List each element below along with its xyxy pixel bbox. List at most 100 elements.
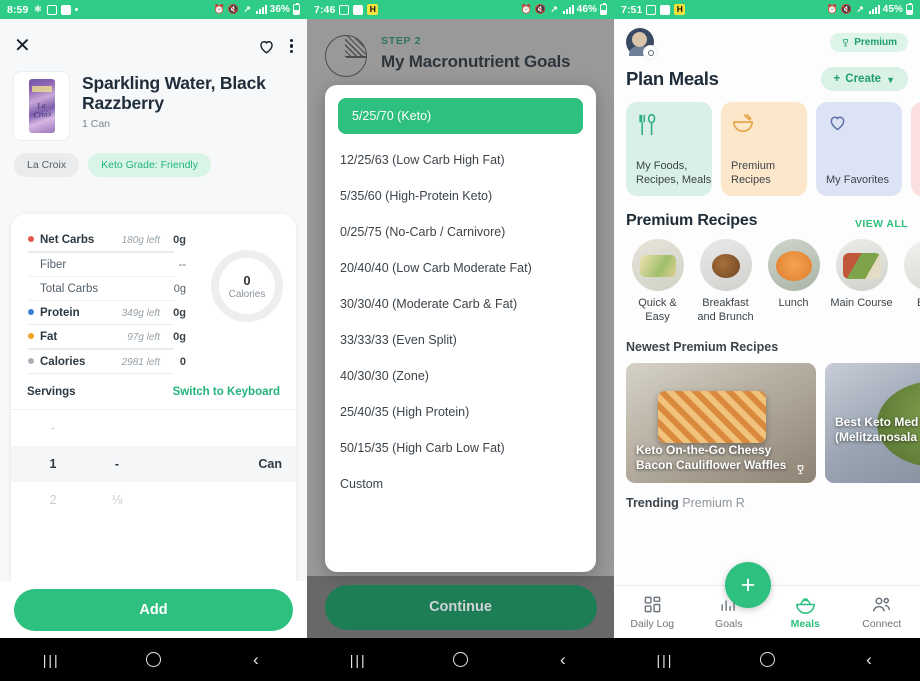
page-title: Plan Meals bbox=[626, 68, 719, 89]
close-icon[interactable]: ✕ bbox=[14, 36, 31, 56]
option-high-carb-low-fat[interactable]: 50/15/35 (High Carb Low Fat) bbox=[340, 430, 581, 466]
option-keto[interactable]: 5/25/70 (Keto) bbox=[338, 98, 583, 134]
more-vertical-icon[interactable] bbox=[289, 38, 293, 54]
mute-icon: 🔇 bbox=[840, 4, 852, 14]
keto-grade-chip[interactable]: Keto Grade: Friendly bbox=[88, 153, 211, 177]
dashboard-icon bbox=[644, 596, 661, 613]
video-icon bbox=[61, 4, 72, 15]
category-thumbnail bbox=[835, 239, 888, 291]
recipe-card-waffles[interactable]: Keto On-the-Go Cheesy Bacon Cauliflower … bbox=[626, 362, 816, 483]
status-bar-2: 7:46 H ⏰ 🔇 ↗ 46% bbox=[307, 0, 614, 19]
recents-icon[interactable]: ||| bbox=[614, 652, 716, 668]
tab-label: Meals bbox=[790, 618, 820, 630]
create-button[interactable]: + Create ▼ bbox=[820, 67, 908, 91]
status-time: 7:51 bbox=[621, 3, 643, 16]
android-nav-bar-1: ||| ‹ bbox=[0, 638, 307, 681]
status-bar-3: 7:51 H ⏰ 🔇 ↗ 45% bbox=[614, 0, 920, 19]
macro-left: 97g left bbox=[127, 332, 160, 343]
recents-icon[interactable]: ||| bbox=[0, 652, 102, 668]
three-phone-screenshots: 8:59 ⚛ ⏰ 🔇 ↗ 36% ✕ La Croix Sparkling Wa… bbox=[0, 0, 920, 681]
home-icon[interactable] bbox=[716, 652, 818, 667]
option-low-carb-moderate-fat[interactable]: 20/40/40 (Low Carb Moderate Fat) bbox=[340, 250, 581, 286]
add-button[interactable]: Add bbox=[14, 588, 293, 631]
trending-rest: Premium R bbox=[682, 495, 745, 510]
macro-value: 0g bbox=[173, 234, 186, 246]
category-label: Main Course bbox=[830, 297, 893, 309]
add-footer: Add bbox=[0, 581, 307, 638]
trophy-icon bbox=[797, 464, 804, 474]
continue-button[interactable]: Continue bbox=[324, 584, 597, 630]
trending-section-title: Trending Premium R bbox=[614, 483, 920, 510]
option-custom[interactable]: Custom bbox=[340, 466, 581, 502]
option-no-carb-carnivore[interactable]: 0/25/75 (No-Carb / Carnivore) bbox=[340, 214, 581, 250]
category-quick-easy[interactable]: Quick & Easy bbox=[626, 239, 689, 325]
macro-row-fat: Fat 97g left 0g bbox=[28, 325, 198, 350]
product-title: Sparkling Water, Black Razzberry bbox=[82, 73, 266, 114]
product-chips: La Croix Keto Grade: Friendly bbox=[14, 153, 293, 177]
tab-connect[interactable]: Connect bbox=[844, 594, 920, 630]
picker-row-below-1[interactable]: 2 ⅛ bbox=[11, 482, 296, 518]
tile-partial[interactable] bbox=[911, 102, 920, 196]
signal-icon bbox=[868, 5, 880, 14]
salad-bowl-icon bbox=[795, 598, 815, 614]
back-icon[interactable]: ‹ bbox=[205, 650, 307, 670]
tile-my-favorites[interactable]: My Favorites bbox=[816, 102, 902, 196]
tab-meals[interactable]: Meals bbox=[767, 594, 844, 630]
heart-icon[interactable] bbox=[257, 37, 276, 56]
add-fab-button[interactable]: + bbox=[725, 562, 771, 608]
picker-qty: 1 bbox=[49, 457, 57, 471]
screen-macronutrient-goals: 7:46 H ⏰ 🔇 ↗ 46% STEP 2 My Ma bbox=[307, 0, 614, 681]
picker-row-selected[interactable]: 1 - Can bbox=[11, 446, 296, 482]
macro-value: 0g bbox=[173, 282, 186, 295]
recents-icon[interactable]: ||| bbox=[307, 652, 409, 668]
view-all-button[interactable]: VIEW ALL bbox=[855, 218, 908, 230]
category-label: Breakfast and Brunch bbox=[697, 297, 754, 323]
option-zone[interactable]: 40/30/30 (Zone) bbox=[340, 358, 581, 394]
brand-chip[interactable]: La Croix bbox=[14, 153, 80, 177]
calorie-ring-label: Calories bbox=[228, 288, 266, 300]
servings-picker[interactable]: - 1 - Can 2 ⅛ 3 bbox=[11, 410, 296, 518]
category-label: Lunch bbox=[778, 297, 809, 309]
category-main-course[interactable]: Main Course bbox=[830, 239, 893, 325]
option-moderate-carb-fat[interactable]: 30/30/40 (Moderate Carb & Fat) bbox=[340, 286, 581, 322]
wifi-icon: ↗ bbox=[243, 4, 251, 14]
gear-icon[interactable] bbox=[644, 46, 657, 59]
option-low-carb-high-fat[interactable]: 12/25/63 (Low Carb High Fat) bbox=[340, 142, 581, 178]
chevron-down-icon: ▼ bbox=[886, 75, 895, 85]
category-lunch[interactable]: Lunch bbox=[762, 239, 825, 325]
option-even-split[interactable]: 33/33/33 (Even Split) bbox=[340, 322, 581, 358]
option-high-protein[interactable]: 25/40/35 (High Protein) bbox=[340, 394, 581, 430]
status-battery: 36% bbox=[269, 4, 290, 15]
newest-recipe-cards: Keto On-the-Go Cheesy Bacon Cauliflower … bbox=[614, 354, 920, 483]
recipe-card-eggplant-dip[interactable]: Best Keto Med Eggplant Dip (Melitzanosal… bbox=[825, 362, 920, 483]
tab-label: Connect bbox=[862, 618, 902, 630]
macro-name: Calories bbox=[40, 355, 86, 368]
category-beverages[interactable]: Beve bbox=[898, 239, 920, 325]
back-icon[interactable]: ‹ bbox=[512, 650, 614, 670]
category-thumbnail bbox=[767, 239, 820, 291]
status-time: 8:59 bbox=[7, 3, 29, 16]
people-icon bbox=[873, 597, 891, 612]
macro-name: Fat bbox=[40, 331, 58, 343]
premium-badge[interactable]: Premium bbox=[830, 32, 908, 52]
tile-premium-recipes[interactable]: Premium Recipes bbox=[721, 102, 807, 196]
macro-left: 349g left bbox=[121, 307, 160, 319]
servings-header: Servings Switch to Keyboard bbox=[11, 374, 296, 410]
avatar[interactable] bbox=[626, 28, 657, 59]
quick-tiles: My Foods, Recipes, Meals Premium Recipes… bbox=[614, 91, 920, 196]
bowl-icon bbox=[733, 113, 753, 133]
continue-footer: Continue bbox=[307, 576, 614, 638]
home-icon[interactable] bbox=[102, 652, 204, 667]
tile-my-foods-recipes-meals[interactable]: My Foods, Recipes, Meals bbox=[626, 102, 712, 196]
home-icon[interactable] bbox=[409, 652, 511, 667]
macro-name: Total Carbs bbox=[40, 282, 99, 295]
picker-row-above[interactable]: - bbox=[11, 410, 296, 446]
alarm-icon: ⏰ bbox=[520, 4, 532, 14]
alarm-icon: ⏰ bbox=[213, 4, 225, 14]
switch-to-keyboard-button[interactable]: Switch to Keyboard bbox=[173, 386, 280, 398]
back-icon[interactable]: ‹ bbox=[818, 650, 920, 670]
option-high-protein-keto[interactable]: 5/35/60 (High-Protein Keto) bbox=[340, 178, 581, 214]
tab-daily-log[interactable]: Daily Log bbox=[614, 594, 691, 630]
status-battery: 45% bbox=[882, 4, 903, 15]
category-breakfast-brunch[interactable]: Breakfast and Brunch bbox=[694, 239, 757, 325]
